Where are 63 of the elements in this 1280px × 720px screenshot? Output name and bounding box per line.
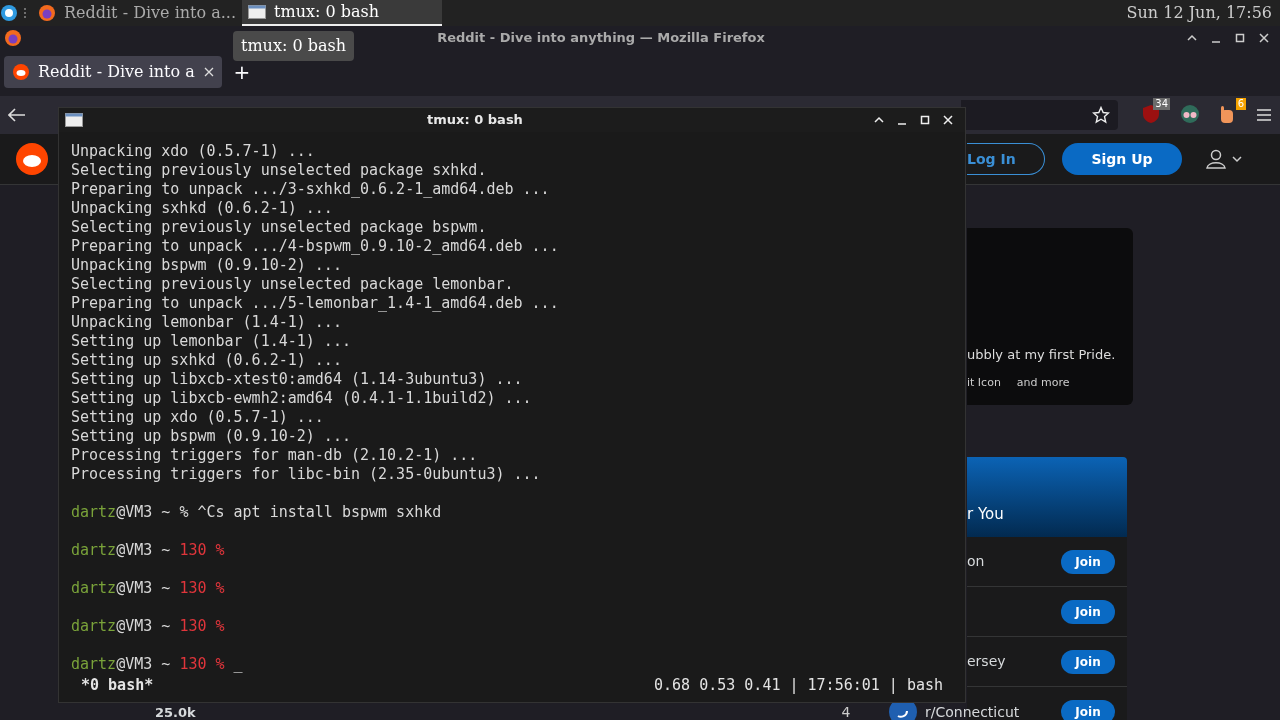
clock: Sun 12 Jun, 17:56 bbox=[1126, 2, 1273, 24]
count-badge: 34 bbox=[1153, 98, 1170, 110]
tmux-window-tab[interactable]: *0 bash* bbox=[81, 673, 154, 696]
count-badge: 6 bbox=[1235, 98, 1246, 110]
terminal-line: Setting up libxcb-ewmh2:amd64 (0.4.1-1.1build2) ... bbox=[71, 388, 532, 407]
close-icon[interactable] bbox=[941, 113, 954, 126]
terminal-line: Setting up libxcb-xtest0:amd64 (1.14-3ubuntu3) ... bbox=[71, 369, 523, 388]
terminal-line: Unpacking sxhkd (0.6.2-1) ... bbox=[71, 198, 333, 217]
terminal-line: Setting up bspwm (0.9.10-2) ... bbox=[71, 426, 351, 445]
join-button[interactable]: Join bbox=[1061, 649, 1115, 674]
terminal-line: Unpacking lemonbar (1.4-1) ... bbox=[71, 312, 342, 331]
tmux-status: 0.68 0.53 0.41 | 17:56:01 | bash bbox=[654, 674, 943, 696]
join-button[interactable]: Join bbox=[1061, 700, 1115, 720]
taskbar-item[interactable]: tmux: 0 bash bbox=[242, 0, 443, 26]
post-meta: it Icon bbox=[967, 374, 1001, 391]
prompt-line: dartz@VM3 ~ 130 % bbox=[71, 540, 225, 559]
glasses-face-icon[interactable] bbox=[1180, 104, 1200, 124]
star-icon[interactable] bbox=[1092, 106, 1110, 124]
community-name[interactable]: on bbox=[967, 551, 985, 572]
user-icon[interactable] bbox=[1206, 149, 1244, 169]
prompt-line: dartz@VM3 ~ % ^Cs apt install bspwm sxhkd bbox=[71, 502, 442, 521]
terminal-line: Selecting previously unselected package lemonbar. bbox=[71, 274, 514, 293]
drag-handle-icon bbox=[22, 7, 28, 19]
terminal-line: Preparing to unpack .../5-lemonbar_1.4-1_amd64.deb ... bbox=[71, 293, 559, 312]
terminal-line: Setting up xdo (0.5.7-1) ... bbox=[71, 407, 324, 426]
post-text: ubbly at my first Pride. bbox=[967, 346, 1117, 364]
join-button[interactable]: Join bbox=[1061, 599, 1115, 624]
terminal-line: Selecting previously unselected package sxhkd. bbox=[71, 160, 487, 179]
terminal-line: Unpacking xdo (0.5.7-1) ... bbox=[71, 141, 315, 160]
community-name[interactable]: ersey bbox=[967, 651, 1006, 672]
terminal-line: Preparing to unpack .../3-sxhkd_0.6.2-1_amd64.deb ... bbox=[71, 179, 550, 198]
maximize-icon[interactable] bbox=[1234, 32, 1246, 44]
post-meta: and more bbox=[1016, 374, 1070, 391]
terminal-line: Processing triggers for man-db (2.10.2-1) ... bbox=[71, 445, 478, 464]
vote-count: 25.0k bbox=[155, 705, 196, 720]
taskbar-item[interactable]: Reddit - Dive into a... bbox=[32, 0, 243, 26]
browser-tab[interactable]: Reddit - Dive into a bbox=[4, 56, 222, 88]
close-icon[interactable] bbox=[204, 67, 214, 77]
back-arrow-icon[interactable] bbox=[8, 108, 26, 122]
prompt-line: dartz@VM3 ~ 130 % bbox=[71, 616, 225, 635]
terminal-line: Setting up lemonbar (1.4-1) ... bbox=[71, 331, 351, 350]
window-title: tmux: 0 bash bbox=[427, 112, 523, 127]
terminal-line: Processing triggers for libc-bin (2.35-0ubuntu3) ... bbox=[71, 464, 541, 483]
terminal-line: Setting up sxhkd (0.6.2-1) ... bbox=[71, 350, 342, 369]
maximize-icon[interactable] bbox=[918, 113, 931, 126]
prompt-line: dartz@VM3 ~ 130 % bbox=[71, 578, 225, 597]
menu-icon[interactable] bbox=[1256, 108, 1272, 122]
rank-number: 4 bbox=[840, 702, 852, 720]
join-button[interactable]: Join bbox=[1061, 549, 1115, 574]
window-title: Reddit - Dive into anything — Mozilla Firefox bbox=[437, 30, 765, 46]
hand-icon[interactable] bbox=[1218, 104, 1236, 124]
tooltip: tmux: 0 bash bbox=[233, 31, 354, 61]
window-icon bbox=[248, 5, 267, 19]
card-header: r You bbox=[967, 457, 1127, 537]
terminal-line: Selecting previously unselected package bspwm. bbox=[71, 217, 487, 236]
close-icon[interactable] bbox=[1258, 32, 1270, 44]
terminal-line: Preparing to unpack .../4-bspwm_0.9.10-2_amd64.deb ... bbox=[71, 236, 559, 255]
post-card[interactable]: ubbly at my first Pride. it Icon and more bbox=[967, 228, 1133, 405]
community-name[interactable]: r/Connecticut bbox=[925, 701, 1020, 720]
window-icon bbox=[65, 112, 83, 127]
signup-button[interactable]: Sign Up bbox=[1062, 143, 1182, 175]
terminal-line: Unpacking bspwm (0.9.10-2) ... bbox=[71, 255, 342, 274]
prompt-line: dartz@VM3 ~ 130 % _ bbox=[71, 654, 243, 673]
